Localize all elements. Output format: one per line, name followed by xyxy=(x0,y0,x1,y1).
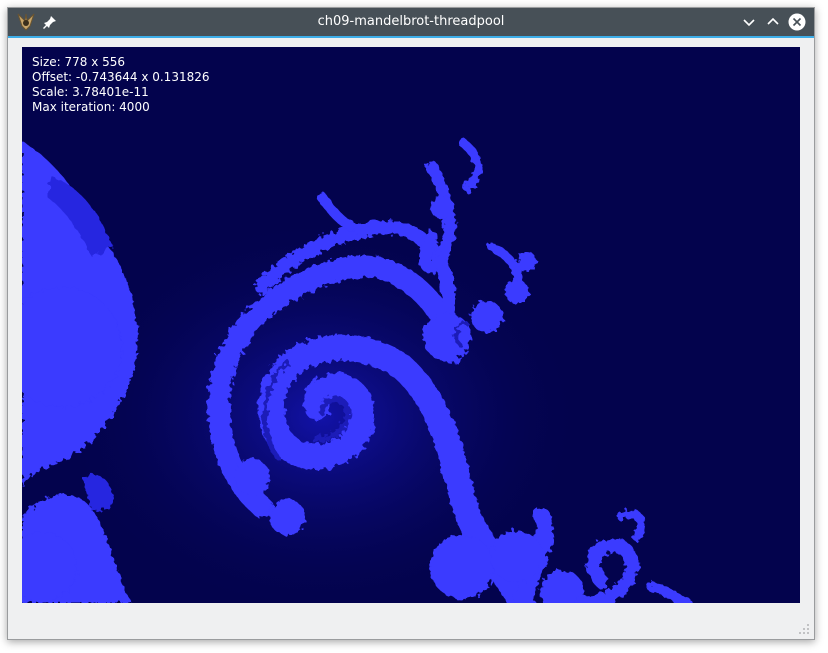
mandelbrot-canvas[interactable]: Size: 778 x 556 Offset: -0.743644 x 0.13… xyxy=(22,47,800,603)
size-label: Size: 778 x 556 xyxy=(32,55,126,69)
chevron-down-icon[interactable] xyxy=(740,13,758,31)
info-overlay: Size: 778 x 556 Offset: -0.743644 x 0.13… xyxy=(32,55,210,115)
pin-icon[interactable] xyxy=(42,14,58,30)
max-iteration-label: Max iteration: 4000 xyxy=(32,100,150,114)
title-bar[interactable]: ch09-mandelbrot-threadpool xyxy=(8,8,814,38)
app-window: ch09-mandelbrot-threadpool Size: 778 x 5… xyxy=(7,7,815,640)
kde-app-icon[interactable] xyxy=(16,12,36,32)
chevron-up-icon[interactable] xyxy=(764,13,782,31)
offset-label: Offset: -0.743644 x 0.131826 xyxy=(32,70,210,84)
window-title: ch09-mandelbrot-threadpool xyxy=(317,14,505,29)
close-icon[interactable] xyxy=(788,13,806,31)
resize-grip-icon[interactable] xyxy=(798,623,810,635)
scale-label: Scale: 3.78401e-11 xyxy=(32,85,149,99)
fractal-image xyxy=(22,47,800,603)
